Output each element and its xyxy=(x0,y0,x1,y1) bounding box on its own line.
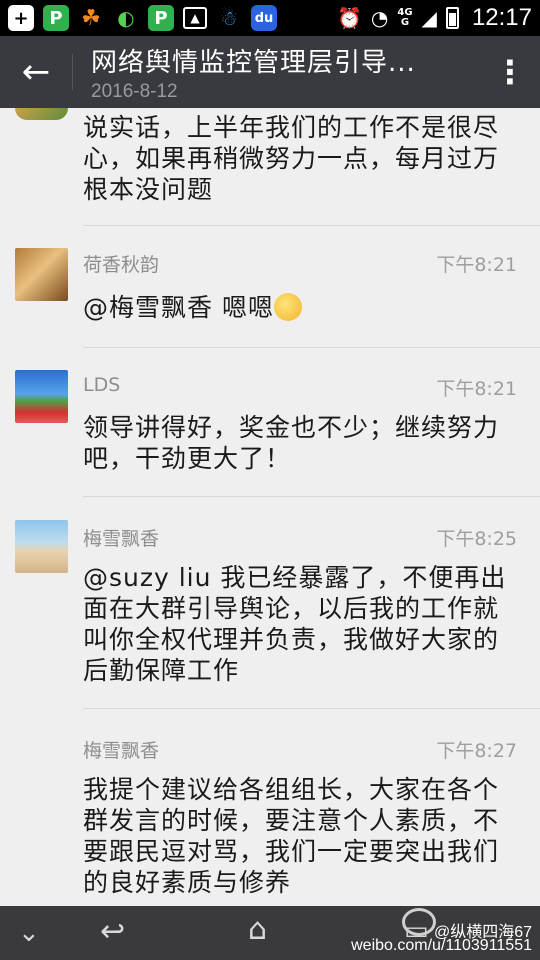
sender-name: 梅雪飘香 xyxy=(83,740,160,762)
avatar[interactable] xyxy=(15,108,68,120)
message-time: 下午8:21 xyxy=(436,254,517,276)
alarm-icon: ⏰ xyxy=(337,6,362,30)
more-options-button[interactable]: ⋮ xyxy=(480,36,540,108)
qq-icon: ☃ xyxy=(220,6,238,30)
wifi-icon: ◔ xyxy=(370,6,389,30)
chat-date: 2016-8-12 xyxy=(91,80,178,102)
avatar[interactable] xyxy=(15,248,68,301)
p-app-icon: P xyxy=(148,5,174,31)
chat-title: 网络舆情监控管理层引导... xyxy=(91,47,416,78)
message-time: 下午8:25 xyxy=(436,528,517,550)
notification-icons: + P ☘ ◐ P ▲ ☃ du xyxy=(8,5,277,31)
message-item: LDS 下午8:21 领导讲得好，奖金也不少；继续努力吧，干劲更大了！ xyxy=(0,348,540,498)
message-time: 下午8:27 xyxy=(436,740,517,762)
sender-name: 荷香秋韵 xyxy=(83,254,160,276)
message-text-content: @梅雪飘香 嗯嗯 xyxy=(83,293,274,322)
sender-name: 梅雪飘香 xyxy=(83,528,160,550)
message-time: 下午8:21 xyxy=(436,378,517,400)
navigation-bar: ⌄ ↩ ⌂ ▭ @纵横四海67 weibo.com/u/1103911551 xyxy=(0,906,540,960)
header-title-block[interactable]: 网络舆情监控管理层引导... 2016-8-12 xyxy=(73,42,480,103)
status-bar: + P ☘ ◐ P ▲ ☃ du ⏰ ◔ 4G G ◢ 12:17 xyxy=(0,0,540,36)
message-text: 说实话，上半年我们的工作不是很尽心，如果再稍微努力一点，每月过万根本没问题 xyxy=(83,113,500,204)
clock: 12:17 xyxy=(471,4,532,31)
chevron-down-icon[interactable]: ⌄ xyxy=(18,918,40,948)
plus-box-icon: + xyxy=(8,5,34,31)
message-item: 梅雪飘香 下午8:25 @suzy liu 我已经暴露了，不便再出面在大群引导舆… xyxy=(0,498,540,710)
message-text: @梅雪飘香 嗯嗯 xyxy=(83,292,523,323)
message-text: 领导讲得好，奖金也不少；继续努力吧，干劲更大了！ xyxy=(83,413,500,473)
wechat-icon: ◐ xyxy=(117,6,135,30)
weibo-logo-icon xyxy=(402,908,436,936)
back-arrow-icon: ← xyxy=(21,52,51,92)
p-app-icon: P xyxy=(43,5,69,31)
avatar[interactable] xyxy=(15,370,68,423)
system-icons: ⏰ ◔ 4G G ◢ 12:17 xyxy=(337,4,532,32)
sender-name: LDS xyxy=(83,374,121,396)
back-button[interactable]: ← xyxy=(0,36,72,108)
home-icon[interactable]: ⌂ xyxy=(248,912,267,947)
message-divider xyxy=(83,496,540,497)
message-item: 荷香秋韵 下午8:21 @梅雪飘香 嗯嗯 xyxy=(0,226,540,348)
signal-icon: ◢ xyxy=(421,6,437,30)
gallery-icon: ▲ xyxy=(183,7,207,29)
message-text: @suzy liu 我已经暴露了，不便再出面在大群引导舆论，以后我的工作就叫你全… xyxy=(83,563,507,685)
message-list[interactable]: 说实话，上半年我们的工作不是很尽心，如果再稍微努力一点，每月过万根本没问题 荷香… xyxy=(0,108,540,906)
battery-icon xyxy=(445,7,459,29)
message-item: 说实话，上半年我们的工作不是很尽心，如果再稍微努力一点，每月过万根本没问题 xyxy=(0,108,540,226)
network-type: 4G G xyxy=(397,7,413,28)
message-divider xyxy=(83,708,540,709)
watermark-url: weibo.com/u/1103911551 xyxy=(351,937,532,954)
message-text: 我提个建议给各组组长，大家在各个群发言的时候，要注意个人素质，不要跟民逗对骂，我… xyxy=(83,775,500,897)
back-nav-icon[interactable]: ↩ xyxy=(100,914,125,949)
more-vertical-icon: ⋮ xyxy=(494,53,526,91)
thinking-emoji-icon xyxy=(273,293,302,321)
uc-browser-icon: ☘ xyxy=(81,5,101,31)
chat-header: ← 网络舆情监控管理层引导... 2016-8-12 ⋮ xyxy=(0,36,540,108)
baidu-icon: du xyxy=(251,5,277,31)
message-item: 梅雪飘香 下午8:27 我提个建议给各组组长，大家在各个群发言的时候，要注意个人… xyxy=(0,710,540,906)
avatar[interactable] xyxy=(15,520,68,573)
